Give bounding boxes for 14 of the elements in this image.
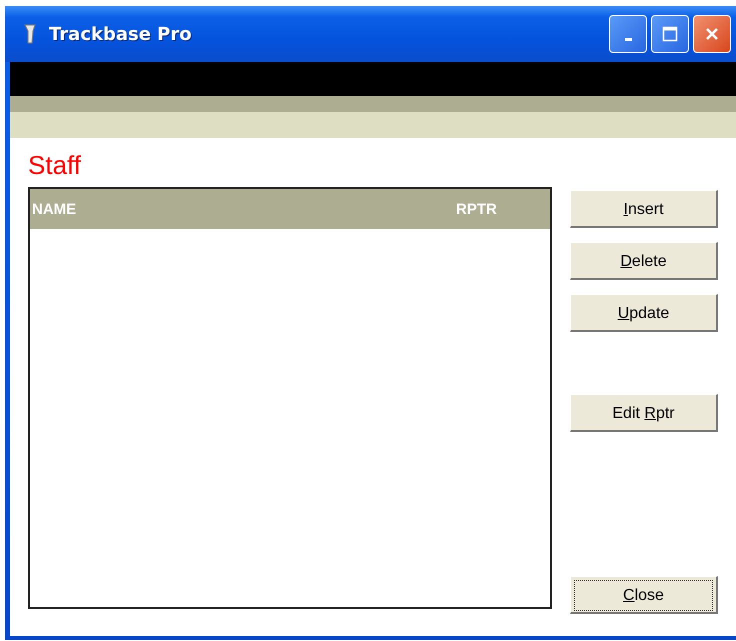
page-heading: Staff — [28, 150, 82, 180]
action-button[interactable]: Close — [570, 576, 718, 614]
maximize-icon — [662, 26, 678, 42]
action-button[interactable]: Update — [570, 294, 718, 332]
app-icon — [23, 23, 37, 45]
close-icon — [704, 26, 720, 42]
action-button[interactable]: Delete — [570, 242, 718, 280]
minimize-icon — [624, 38, 632, 40]
maximize-button[interactable] — [651, 15, 689, 53]
action-button[interactable]: Edit Rptr — [570, 394, 718, 432]
action-button[interactable]: Insert — [570, 190, 718, 228]
minimize-button[interactable] — [609, 15, 647, 53]
close-button[interactable] — [693, 15, 731, 53]
window-title: Trackbase Pro — [49, 24, 192, 44]
